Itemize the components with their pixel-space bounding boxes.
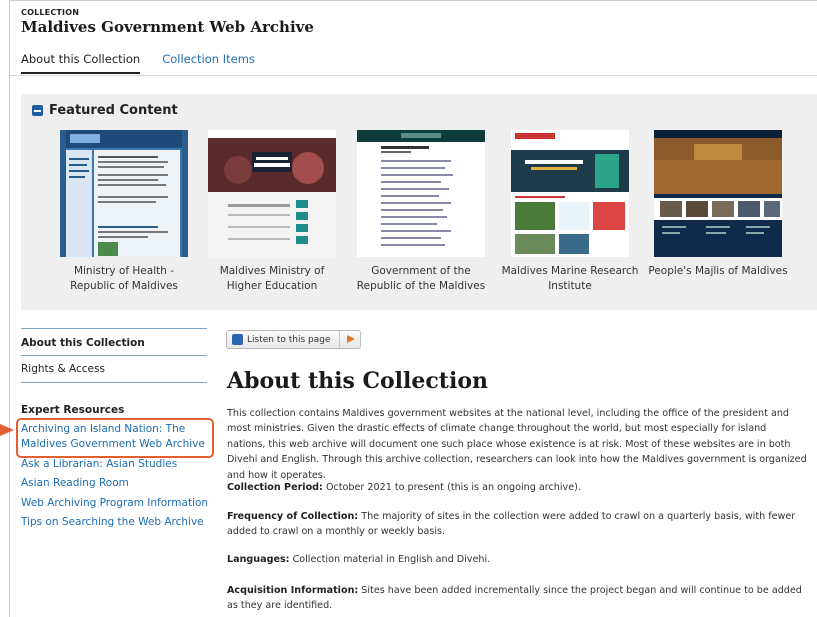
thumbnail-ministry-of-health[interactable] — [60, 130, 188, 257]
collapse-icon[interactable] — [32, 105, 43, 116]
resource-link-asian-reading-room[interactable]: Asian Reading Room — [21, 476, 211, 491]
thumbnail-label[interactable]: People's Majlis of Maldives — [648, 264, 788, 279]
speaker-icon — [232, 334, 243, 345]
featured-heading-label: Featured Content — [49, 103, 178, 118]
frequency-label: Frequency of Collection: — [227, 511, 359, 522]
thumbnail-label[interactable]: Government of the Republic of the Maldiv… — [351, 264, 491, 294]
tabs-divider — [10, 75, 817, 76]
highlight-box — [16, 418, 214, 458]
listen-label: Listen to this page — [247, 334, 331, 345]
acquisition-information: Acquisition Information: Sites have been… — [227, 583, 807, 614]
collection-languages: Languages: Collection material in Englis… — [227, 552, 807, 567]
tab-about[interactable]: About this Collection — [21, 52, 141, 74]
listen-button[interactable]: Listen to this page — [226, 330, 361, 349]
thumbnail-marine-research[interactable] — [511, 130, 639, 257]
thumbnail-government-republic[interactable] — [357, 130, 485, 257]
languages-text: Collection material in English and Diveh… — [292, 554, 491, 565]
languages-label: Languages: — [227, 554, 290, 565]
collection-period: Collection Period: October 2021 to prese… — [227, 480, 807, 495]
thumbnail-label[interactable]: Maldives Marine Research Institute — [500, 264, 640, 294]
play-icon[interactable] — [338, 331, 360, 348]
collection-tabs: About this Collection Collection Items — [21, 52, 277, 74]
sidebar-divider — [21, 382, 207, 383]
collection-title: Maldives Government Web Archive — [21, 18, 314, 36]
expert-resources-heading: Expert Resources — [21, 404, 125, 416]
collection-period-label: Collection Period: — [227, 482, 323, 493]
collection-frequency: Frequency of Collection: The majority of… — [227, 509, 807, 540]
thumbnail-higher-education[interactable] — [208, 130, 336, 257]
tab-collection-items[interactable]: Collection Items — [162, 52, 255, 74]
acquisition-label: Acquisition Information: — [227, 585, 359, 596]
resource-link-web-archiving-program[interactable]: Web Archiving Program Information — [21, 496, 211, 511]
collection-period-text: October 2021 to present (this is an ongo… — [325, 482, 581, 493]
sidebar-item-about[interactable]: About this Collection — [21, 337, 145, 349]
sidebar-divider — [21, 355, 207, 356]
resource-link-tips-searching[interactable]: Tips on Searching the Web Archive — [21, 515, 211, 530]
resource-link-ask-librarian[interactable]: Ask a Librarian: Asian Studies — [21, 457, 211, 472]
sidebar-divider — [21, 328, 207, 329]
page-title: About this Collection — [227, 368, 488, 394]
pointer-arrow-icon — [0, 424, 14, 436]
featured-content-panel: Featured Content Ministry of Health - Re… — [21, 94, 817, 310]
thumbnail-label[interactable]: Maldives Ministry of Higher Education — [202, 264, 342, 294]
intro-paragraph: This collection contains Maldives govern… — [227, 408, 807, 481]
collection-eyebrow: COLLECTION — [21, 8, 80, 17]
thumbnail-label[interactable]: Ministry of Health - Republic of Maldive… — [54, 264, 194, 294]
thumbnail-peoples-majlis[interactable] — [654, 130, 782, 257]
sidebar-item-rights[interactable]: Rights & Access — [21, 363, 105, 375]
featured-heading[interactable]: Featured Content — [32, 103, 178, 118]
